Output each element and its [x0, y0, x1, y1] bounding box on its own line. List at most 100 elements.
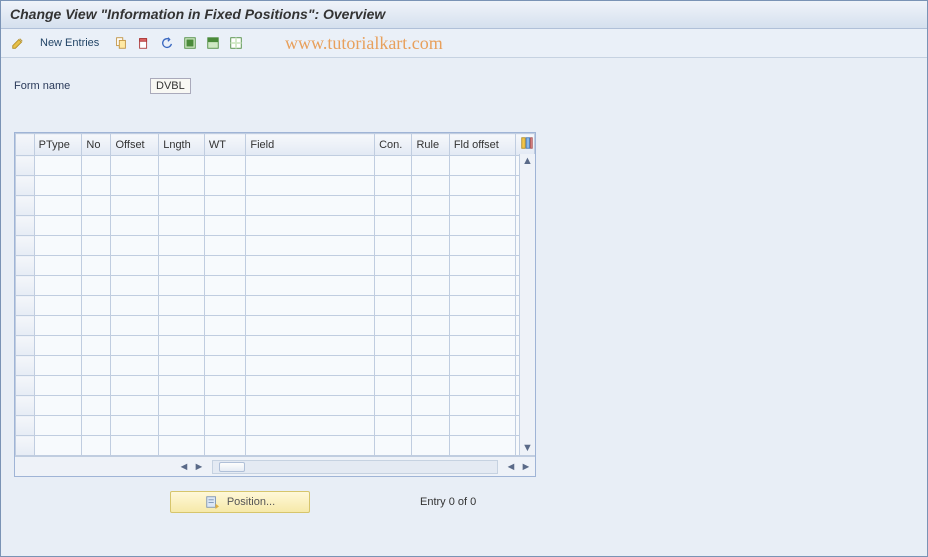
hscroll-left-icon[interactable]: ◄ — [177, 460, 191, 474]
cell[interactable] — [34, 296, 82, 316]
scroll-up-icon[interactable]: ▲ — [521, 154, 535, 168]
cell[interactable] — [375, 336, 412, 356]
deselect-all-icon[interactable] — [226, 33, 246, 53]
row-selector[interactable] — [16, 176, 35, 196]
copy-icon[interactable] — [111, 33, 131, 53]
cell[interactable] — [159, 436, 205, 456]
cell[interactable] — [82, 196, 111, 216]
select-block-icon[interactable] — [203, 33, 223, 53]
cell[interactable] — [82, 176, 111, 196]
cell[interactable] — [246, 336, 375, 356]
cell[interactable] — [34, 256, 82, 276]
cell[interactable] — [34, 356, 82, 376]
cell[interactable] — [159, 276, 205, 296]
cell[interactable] — [111, 176, 159, 196]
row-selector[interactable] — [16, 276, 35, 296]
cell[interactable] — [449, 196, 515, 216]
cell[interactable] — [204, 256, 246, 276]
scroll-down-icon[interactable]: ▼ — [521, 441, 535, 455]
cell[interactable] — [246, 296, 375, 316]
cell[interactable] — [159, 196, 205, 216]
col-lngth[interactable]: Lngth — [159, 134, 205, 156]
cell[interactable] — [246, 196, 375, 216]
cell[interactable] — [82, 336, 111, 356]
cell[interactable] — [204, 276, 246, 296]
cell[interactable] — [375, 356, 412, 376]
hscroll-right-inner-icon[interactable]: ► — [192, 460, 206, 474]
cell[interactable] — [34, 156, 82, 176]
hscroll-left-inner-icon[interactable]: ◄ — [504, 460, 518, 474]
cell[interactable] — [82, 216, 111, 236]
row-selector[interactable] — [16, 216, 35, 236]
cell[interactable] — [159, 236, 205, 256]
cell[interactable] — [159, 376, 205, 396]
row-selector[interactable] — [16, 196, 35, 216]
cell[interactable] — [246, 276, 375, 296]
cell[interactable] — [375, 376, 412, 396]
cell[interactable] — [246, 436, 375, 456]
cell[interactable] — [159, 336, 205, 356]
cell[interactable] — [246, 396, 375, 416]
cell[interactable] — [204, 216, 246, 236]
cell[interactable] — [159, 356, 205, 376]
cell[interactable] — [412, 196, 449, 216]
cell[interactable] — [159, 296, 205, 316]
col-con[interactable]: Con. — [375, 134, 412, 156]
cell[interactable] — [34, 316, 82, 336]
row-selector[interactable] — [16, 376, 35, 396]
undo-icon[interactable] — [157, 33, 177, 53]
cell[interactable] — [246, 176, 375, 196]
cell[interactable] — [111, 356, 159, 376]
cell[interactable] — [412, 276, 449, 296]
cell[interactable] — [204, 356, 246, 376]
row-selector[interactable] — [16, 316, 35, 336]
cell[interactable] — [412, 316, 449, 336]
cell[interactable] — [82, 416, 111, 436]
row-selector[interactable] — [16, 436, 35, 456]
cell[interactable] — [34, 396, 82, 416]
cell[interactable] — [204, 416, 246, 436]
col-field[interactable]: Field — [246, 134, 375, 156]
select-all-icon[interactable] — [180, 33, 200, 53]
horizontal-scrollbar[interactable]: ◄ ► ◄ ► — [15, 456, 535, 476]
cell[interactable] — [375, 276, 412, 296]
cell[interactable] — [246, 316, 375, 336]
cell[interactable] — [375, 256, 412, 276]
cell[interactable] — [449, 276, 515, 296]
cell[interactable] — [82, 256, 111, 276]
col-ptype[interactable]: PType — [34, 134, 82, 156]
cell[interactable] — [204, 156, 246, 176]
cell[interactable] — [412, 216, 449, 236]
cell[interactable] — [34, 196, 82, 216]
cell[interactable] — [204, 436, 246, 456]
cell[interactable] — [34, 216, 82, 236]
cell[interactable] — [412, 396, 449, 416]
cell[interactable] — [111, 236, 159, 256]
cell[interactable] — [412, 296, 449, 316]
cell[interactable] — [82, 276, 111, 296]
cell[interactable] — [449, 256, 515, 276]
col-offset[interactable]: Offset — [111, 134, 159, 156]
cell[interactable] — [159, 396, 205, 416]
cell[interactable] — [246, 216, 375, 236]
cell[interactable] — [204, 316, 246, 336]
cell[interactable] — [111, 256, 159, 276]
cell[interactable] — [375, 436, 412, 456]
cell[interactable] — [246, 236, 375, 256]
cell[interactable] — [82, 316, 111, 336]
position-button[interactable]: Position... — [170, 491, 310, 513]
col-no[interactable]: No — [82, 134, 111, 156]
row-selector[interactable] — [16, 296, 35, 316]
row-selector[interactable] — [16, 356, 35, 376]
cell[interactable] — [412, 156, 449, 176]
cell[interactable] — [449, 436, 515, 456]
cell[interactable] — [412, 356, 449, 376]
cell[interactable] — [246, 356, 375, 376]
cell[interactable] — [204, 296, 246, 316]
row-selector[interactable] — [16, 156, 35, 176]
new-entries-button[interactable]: New Entries — [31, 33, 108, 53]
cell[interactable] — [412, 416, 449, 436]
cell[interactable] — [449, 156, 515, 176]
cell[interactable] — [412, 176, 449, 196]
col-rule[interactable]: Rule — [412, 134, 449, 156]
